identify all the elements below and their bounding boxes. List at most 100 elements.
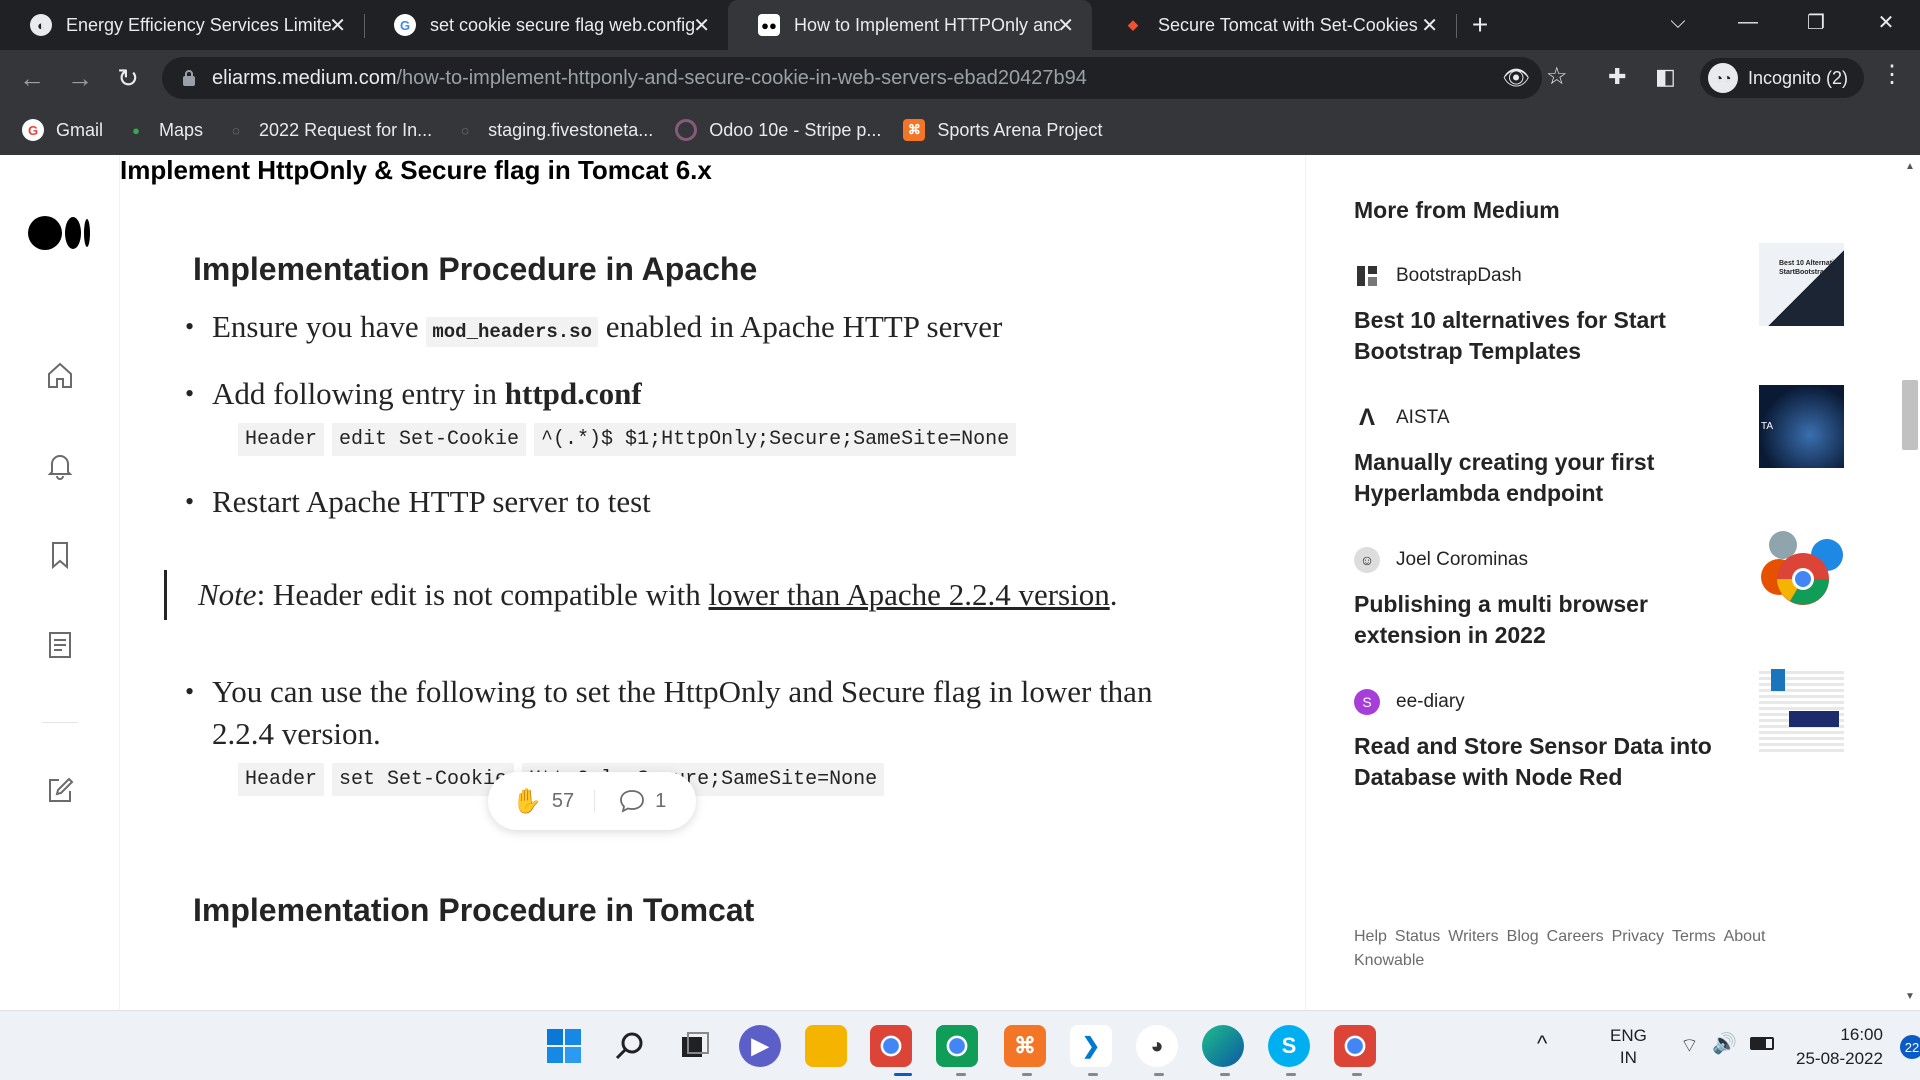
bootstrapdash-avatar [1354, 263, 1380, 289]
story-title[interactable]: Read and Store Sensor Data into Database… [1354, 731, 1729, 793]
volume-icon[interactable]: 🔊 [1712, 1031, 1737, 1056]
recommended-story[interactable]: Λ AISTA Manually creating your first Hype… [1354, 385, 1844, 535]
back-button[interactable]: ← [14, 60, 50, 96]
story-title[interactable]: Best 10 alternatives for Start Bootstrap… [1354, 305, 1729, 367]
bookmark-request[interactable]: ◌ 2022 Request for In... [225, 119, 432, 141]
notifications-bell-icon[interactable] [40, 445, 80, 485]
bookmark-odoo[interactable]: Odoo 10e - Stripe p... [675, 119, 881, 141]
footer-link-about[interactable]: About [1724, 928, 1766, 945]
bookmark-staging[interactable]: ◌ staging.fivestoneta... [454, 119, 653, 141]
teams-chat-icon[interactable]: ▶ [739, 1025, 781, 1067]
file-explorer-icon[interactable] [805, 1025, 847, 1067]
skype-icon[interactable]: S [1268, 1025, 1310, 1067]
footer-link-writers[interactable]: Writers [1448, 928, 1498, 945]
windows-logo-icon [547, 1029, 581, 1063]
story-thumbnail[interactable] [1759, 527, 1844, 610]
tab-secure-tomcat[interactable]: ◆ Secure Tomcat with Set-Cookies ✕ [1092, 0, 1456, 50]
scrollbar-thumb[interactable] [1902, 380, 1918, 450]
bookmark-sports-arena[interactable]: ⌘ Sports Arena Project [903, 119, 1102, 141]
extensions-icon[interactable]: ✚ [1608, 64, 1626, 90]
clap-count: 57 [551, 789, 575, 812]
chrome-icon[interactable] [870, 1025, 912, 1067]
bookmark-maps[interactable]: ● Maps [125, 119, 203, 141]
recommended-story[interactable]: ☺ Joel Corominas Publishing a multi brows… [1354, 527, 1844, 677]
chrome-profile-d-icon[interactable] [936, 1025, 978, 1067]
globe-icon: ◌ [461, 122, 469, 138]
new-tab-button[interactable]: + [1452, 3, 1508, 47]
recommended-story[interactable]: BootstrapDash Best 10 alternatives for S… [1354, 243, 1844, 393]
page-scrollbar[interactable]: ▲ ▼ [1900, 155, 1920, 1010]
medium-logo[interactable] [28, 215, 92, 251]
restore-button[interactable]: ❐ [1788, 0, 1844, 44]
tab-how-to-implement[interactable]: ●● How to Implement HTTPOnly and Secure … [728, 0, 1092, 50]
footer-link-knowable[interactable]: Knowable [1354, 952, 1424, 969]
chrome-profile-d2-icon[interactable] [1334, 1025, 1376, 1067]
tracking-blocked-icon[interactable]: 👁 [1502, 65, 1530, 91]
story-thumbnail[interactable]: TA [1759, 385, 1844, 468]
incognito-icon: ◔◔ [1708, 63, 1738, 93]
search-icon[interactable] [609, 1025, 651, 1067]
notification-badge[interactable]: 22 [1900, 1035, 1920, 1059]
system-clock[interactable]: 16:00 25-08-2022 [1796, 1023, 1883, 1071]
close-tab-icon[interactable]: ✕ [1421, 13, 1438, 38]
close-window-button[interactable]: ✕ [1858, 0, 1914, 44]
side-panel-icon[interactable]: ◧ [1655, 64, 1676, 90]
tab-set-cookie[interactable]: G set cookie secure flag web.config ✕ [364, 0, 728, 50]
home-icon[interactable] [40, 355, 80, 395]
bookmark-star-icon[interactable]: ☆ [1546, 62, 1568, 91]
comment-count: 1 [655, 789, 667, 812]
address-bar[interactable]: eliarms.medium.com/how-to-implement-http… [162, 57, 1542, 99]
scroll-up-arrow-icon[interactable]: ▲ [1905, 161, 1915, 172]
reload-button[interactable]: ↻ [110, 60, 146, 96]
language-indicator[interactable]: ENG IN [1610, 1025, 1647, 1069]
task-view-icon[interactable] [674, 1025, 716, 1067]
wifi-icon[interactable]: ⌔ [1680, 1033, 1699, 1058]
menu-icon[interactable]: ⋮ [1880, 60, 1904, 89]
google-icon: G [394, 14, 416, 36]
close-tab-icon[interactable]: ✕ [1057, 13, 1074, 38]
scroll-down-arrow-icon[interactable]: ▼ [1905, 991, 1915, 1002]
fiddler-icon[interactable]: ◕ [1136, 1025, 1178, 1067]
tab-energy-efficiency[interactable]: ◐ Energy Efficiency Services Limited ✕ [0, 0, 364, 50]
story-title[interactable]: Manually creating your first Hyperlambda… [1354, 447, 1729, 509]
running-app-indicator [1220, 1073, 1230, 1076]
bookmarks-icon[interactable] [40, 535, 80, 575]
edge-icon[interactable] [1202, 1025, 1244, 1067]
close-tab-icon[interactable]: ✕ [693, 13, 710, 38]
stories-icon[interactable] [40, 625, 80, 665]
footer-link-privacy[interactable]: Privacy [1612, 928, 1664, 945]
recommended-story[interactable]: See-diary Read and Store Sensor Data int… [1354, 669, 1844, 819]
author-row[interactable]: See-diary [1354, 689, 1465, 715]
tab-search-icon[interactable]: ⌵ [1650, 0, 1706, 44]
footer-link-help[interactable]: Help [1354, 928, 1387, 945]
article-body: Implementation Procedure in Apache Ensur… [120, 155, 1305, 1010]
story-thumbnail[interactable] [1759, 669, 1844, 752]
note-label: Note [198, 577, 257, 612]
write-icon[interactable] [40, 770, 80, 810]
bookmark-gmail[interactable]: G Gmail [22, 119, 103, 141]
close-tab-icon[interactable]: ✕ [329, 13, 346, 38]
xampp-icon[interactable]: ⌘ [1004, 1025, 1046, 1067]
comment-icon[interactable] [619, 789, 645, 813]
start-button[interactable] [543, 1025, 585, 1067]
clap-icon[interactable]: ✋ [512, 787, 542, 816]
footer-link-careers[interactable]: Careers [1547, 928, 1604, 945]
footer-link-terms[interactable]: Terms [1672, 928, 1716, 945]
battery-icon[interactable] [1750, 1037, 1774, 1050]
footer-link-status[interactable]: Status [1395, 928, 1440, 945]
incognito-profile-button[interactable]: ◔◔ Incognito (2) [1700, 58, 1865, 98]
browser-logos-icon [1761, 531, 1843, 605]
footer-link-blog[interactable]: Blog [1507, 928, 1539, 945]
minimize-button[interactable]: — [1720, 0, 1776, 44]
vscode-icon[interactable]: ❯ [1070, 1025, 1112, 1067]
author-row[interactable]: Λ AISTA [1354, 404, 1450, 431]
story-thumbnail[interactable]: Best 10 Alternati StartBootstrap T [1759, 243, 1844, 326]
show-hidden-icons-chevron[interactable]: ^ [1537, 1031, 1547, 1057]
author-row[interactable]: ☺ Joel Corominas [1354, 547, 1528, 573]
apache-version-link[interactable]: lower than Apache 2.2.4 version [709, 577, 1110, 612]
active-app-indicator [894, 1073, 912, 1076]
story-title[interactable]: Publishing a multi browser extension in … [1354, 589, 1729, 651]
author-row[interactable]: BootstrapDash [1354, 263, 1522, 289]
forward-button[interactable]: → [62, 60, 98, 96]
clap-divider [594, 790, 596, 812]
